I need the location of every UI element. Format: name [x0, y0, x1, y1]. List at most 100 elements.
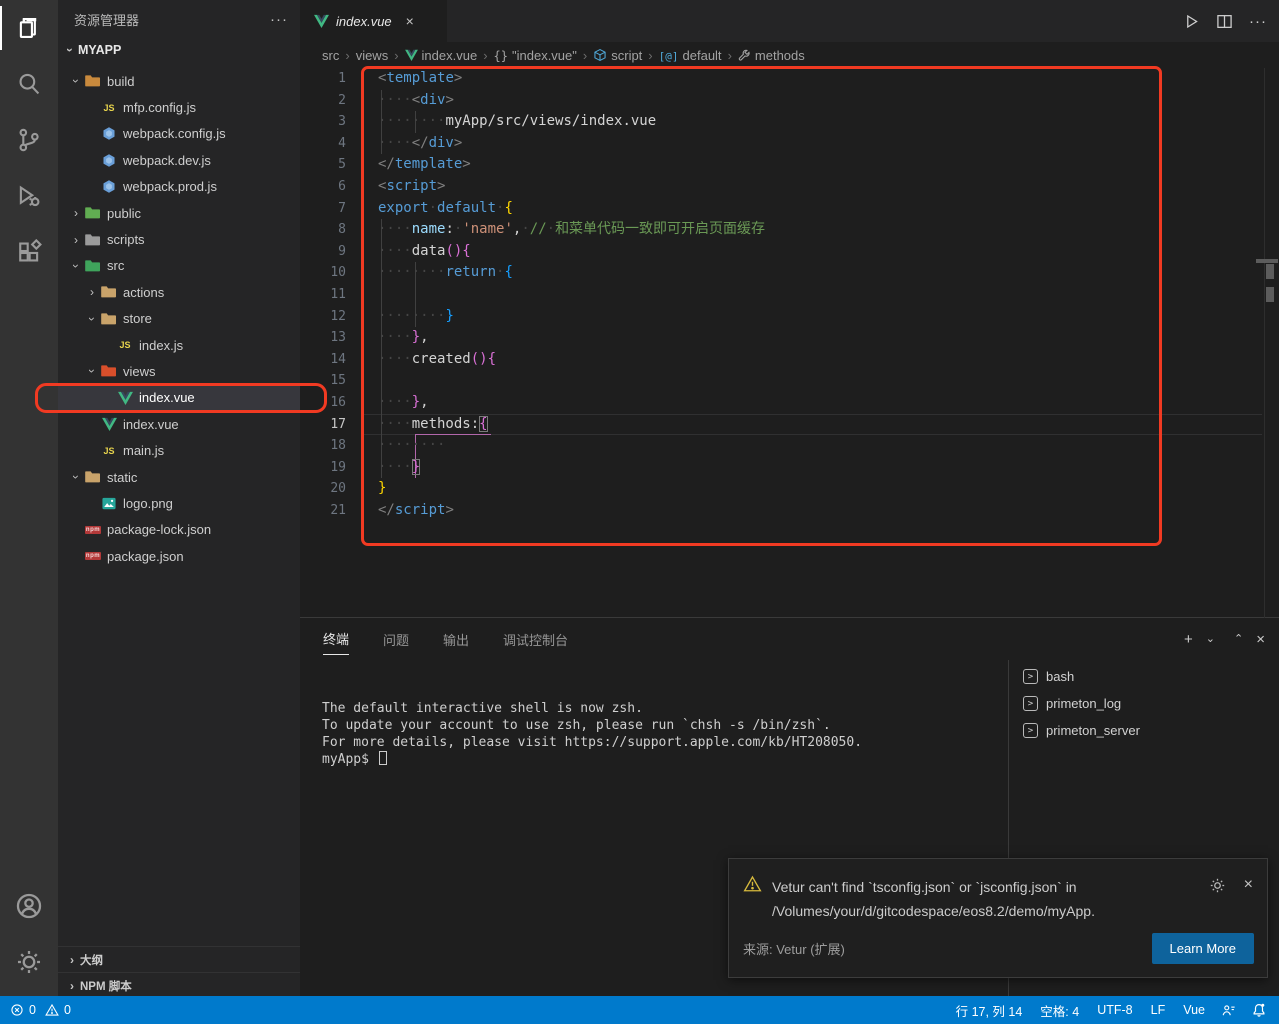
line-number: 20 — [300, 478, 346, 500]
sidebar-item-source-control[interactable] — [0, 112, 58, 168]
notifications-bell-icon[interactable] — [1249, 1002, 1269, 1018]
breadcrumb-item-src[interactable]: src — [322, 48, 339, 63]
terminal-dropdown-chevron-icon[interactable]: ⌄ — [1206, 634, 1215, 645]
split-editor-button[interactable] — [1216, 13, 1233, 30]
code-editor[interactable]: 1<template>2····<div>3········myApp/src/… — [300, 68, 1279, 618]
line-number: 14 — [300, 349, 346, 371]
terminal-instance-primeton_server[interactable]: >primeton_server — [1009, 717, 1279, 744]
notification-close-icon[interactable]: × — [1244, 877, 1253, 893]
chevron-down-icon: › — [69, 258, 83, 274]
tab-index-vue[interactable]: index.vue × — [300, 0, 447, 42]
learn-more-button[interactable]: Learn More — [1152, 933, 1254, 964]
breadcrumb-item--index.vue-[interactable]: {}"index.vue" — [494, 48, 577, 63]
tree-item-label: index.vue — [139, 390, 195, 405]
line-number: 10 — [300, 262, 346, 284]
close-panel-button[interactable]: × — [1256, 632, 1265, 647]
feedback-icon[interactable] — [1219, 1003, 1239, 1018]
js-file-icon: JS — [100, 443, 118, 459]
npm-scripts-section-header[interactable]: › NPM 脚本 — [58, 972, 300, 998]
tree-item-scripts[interactable]: ›scripts — [58, 226, 300, 252]
tree-item-package.json[interactable]: npmpackage.json — [58, 543, 300, 569]
tree-item-index.vue[interactable]: index.vue — [58, 411, 300, 437]
line-number: 9 — [300, 241, 346, 263]
breadcrumb-item-methods[interactable]: methods — [738, 48, 805, 63]
tree-item-label: webpack.config.js — [123, 126, 226, 141]
more-actions-button[interactable]: ··· — [1249, 13, 1267, 30]
panel-tab-终端[interactable]: 终端 — [323, 623, 349, 655]
breadcrumb-item-index.vue[interactable]: index.vue — [405, 48, 478, 63]
explorer-more-actions[interactable]: ··· — [270, 11, 288, 28]
panel-tab-问题[interactable]: 问题 — [383, 624, 409, 655]
cursor-position[interactable]: 行 17, 列 14 — [952, 1001, 1027, 1020]
tree-item-logo.png[interactable]: logo.png — [58, 490, 300, 516]
npm-file-icon: npm — [84, 522, 102, 538]
language-mode[interactable]: Vue — [1179, 1003, 1209, 1017]
editor-tab-strip: index.vue × ··· — [300, 0, 1279, 42]
terminal-instance-primeton_log[interactable]: >primeton_log — [1009, 690, 1279, 717]
problems-indicator[interactable]: 0 0 — [10, 1003, 71, 1017]
code-line-7: 7export·default·{ — [300, 198, 1279, 220]
tree-item-store[interactable]: ›store — [58, 306, 300, 332]
close-icon[interactable]: × — [406, 13, 414, 29]
chevron-right-icon: › — [64, 953, 80, 967]
tree-item-package-lock.json[interactable]: npm package-lock.json — [58, 517, 300, 543]
sidebar-item-explorer[interactable] — [0, 0, 58, 56]
tree-item-index.vue[interactable]: index.vue — [58, 385, 300, 411]
terminal-instance-bash[interactable]: >bash — [1009, 663, 1279, 690]
project-root-myapp[interactable]: › MYAPP — [58, 38, 300, 62]
wrench-icon — [738, 49, 751, 62]
tree-item-build[interactable]: ›build — [58, 68, 300, 94]
panel-tab-输出[interactable]: 输出 — [443, 624, 469, 655]
tree-item-label: package-lock.json — [107, 522, 211, 537]
tree-item-src[interactable]: ›src — [58, 253, 300, 279]
tree-item-main.js[interactable]: JS main.js — [58, 437, 300, 463]
new-terminal-button[interactable]: + — [1184, 632, 1193, 647]
line-number: 11 — [300, 284, 346, 306]
sidebar-item-run-debug[interactable] — [0, 168, 58, 224]
eol-setting[interactable]: LF — [1147, 1003, 1170, 1017]
webpack-file-icon — [100, 152, 118, 168]
maximize-panel-button[interactable]: ⌃ — [1234, 634, 1243, 645]
outline-section-header[interactable]: › 大纲 — [58, 946, 300, 972]
project-name: MYAPP — [78, 43, 121, 57]
sidebar-item-search[interactable] — [0, 56, 58, 112]
tree-item-mfp.config.js[interactable]: JSmfp.config.js — [58, 94, 300, 120]
tree-item-label: main.js — [123, 443, 164, 458]
breadcrumb: src›views›index.vue›{}"index.vue"›script… — [300, 42, 1279, 68]
code-line-6: 6<script> — [300, 176, 1279, 198]
terminal-prompt: myApp$ — [322, 751, 1008, 768]
run-button[interactable] — [1183, 13, 1200, 30]
tree-item-webpack.dev.js[interactable]: webpack.dev.js — [58, 147, 300, 173]
tree-item-public[interactable]: ›public — [58, 200, 300, 226]
file-tree: ›buildJSmfp.config.js webpack.config.js we… — [58, 68, 300, 569]
folder-src-icon — [84, 258, 102, 274]
sidebar-item-extensions[interactable] — [0, 224, 58, 280]
breadcrumb-item-script[interactable]: script — [593, 48, 642, 63]
chevron-right-icon: › — [64, 979, 80, 993]
panel-resize-handle[interactable] — [300, 617, 1279, 618]
error-icon — [10, 1003, 24, 1017]
vscode-window: 资源管理器 ··· › MYAPP ›buildJSmfp.config.jsw… — [0, 0, 1279, 1024]
encoding-setting[interactable]: UTF-8 — [1093, 1003, 1136, 1017]
breadcrumb-item-default[interactable]: [@]default — [659, 48, 722, 63]
terminal-instance-label: primeton_log — [1046, 696, 1121, 711]
code-line-1: 1<template> — [300, 68, 1279, 90]
notification-settings-gear-icon[interactable] — [1209, 877, 1226, 894]
tree-item-label: webpack.prod.js — [123, 179, 217, 194]
search-icon — [16, 71, 42, 97]
breadcrumb-item-views[interactable]: views — [356, 48, 389, 63]
tree-item-webpack.config.js[interactable]: webpack.config.js — [58, 121, 300, 147]
panel-tab-调试控制台[interactable]: 调试控制台 — [503, 624, 568, 655]
extensions-icon — [16, 239, 42, 265]
code-line-4: 4····</div> — [300, 133, 1279, 155]
status-bar: 0 0 行 17, 列 14 空格: 4 UTF-8 LF Vue — [0, 996, 1279, 1024]
settings-button[interactable] — [0, 934, 58, 990]
tree-item-actions[interactable]: ›actions — [58, 279, 300, 305]
tree-item-static[interactable]: ›static — [58, 464, 300, 490]
tree-item-index.js[interactable]: JSindex.js — [58, 332, 300, 358]
tree-item-views[interactable]: ›views — [58, 358, 300, 384]
chevron-down-icon: › — [69, 469, 83, 485]
tree-item-webpack.prod.js[interactable]: webpack.prod.js — [58, 174, 300, 200]
account-button[interactable] — [0, 878, 58, 934]
indentation-setting[interactable]: 空格: 4 — [1036, 1001, 1083, 1020]
